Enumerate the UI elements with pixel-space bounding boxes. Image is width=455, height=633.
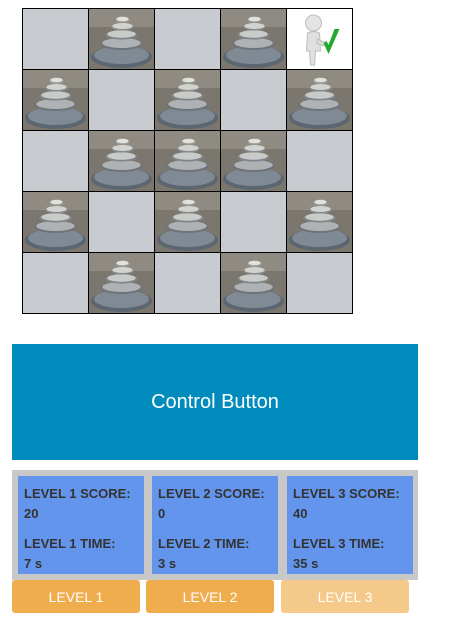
stone-stack-tile[interactable]: [155, 131, 221, 192]
stone-stack-tile[interactable]: [155, 70, 221, 131]
empty-tile[interactable]: [221, 192, 287, 253]
level-3-time-label: LEVEL 3 TIME:: [293, 536, 385, 551]
level-2-score-value: 0: [158, 506, 166, 521]
stone-stack-tile[interactable]: [89, 131, 155, 192]
empty-tile[interactable]: [287, 131, 353, 192]
stone-stack-tile[interactable]: [23, 70, 89, 131]
level-2-button[interactable]: LEVEL 2: [146, 580, 274, 613]
level-2-score-card: LEVEL 2 SCORE: 0 LEVEL 2 TIME: 3 s: [152, 476, 278, 574]
level-2-time-label: LEVEL 2 TIME:: [158, 536, 250, 551]
empty-tile[interactable]: [155, 9, 221, 70]
empty-tile[interactable]: [89, 70, 155, 131]
level-3-score-card: LEVEL 3 SCORE: 40 LEVEL 3 TIME: 35 s: [287, 476, 413, 574]
empty-tile[interactable]: [23, 253, 89, 314]
control-button[interactable]: Control Button: [12, 344, 418, 460]
stone-stack-tile[interactable]: [89, 253, 155, 314]
checkmark-figure-tile[interactable]: [287, 9, 353, 70]
level-2-time-value: 3 s: [158, 556, 177, 571]
level-3-score-label: LEVEL 3 SCORE:: [293, 486, 400, 501]
level-1-time-label: LEVEL 1 TIME:: [24, 536, 116, 551]
stone-stack-tile[interactable]: [287, 70, 353, 131]
level-3-button[interactable]: LEVEL 3: [281, 580, 409, 613]
empty-tile[interactable]: [89, 192, 155, 253]
stone-stack-tile[interactable]: [221, 9, 287, 70]
empty-tile[interactable]: [221, 70, 287, 131]
empty-tile[interactable]: [155, 253, 221, 314]
stone-stack-tile[interactable]: [221, 253, 287, 314]
level-1-score-value: 20: [24, 506, 39, 521]
game-board: [22, 8, 353, 314]
level-1-button[interactable]: LEVEL 1: [12, 580, 140, 613]
empty-tile[interactable]: [23, 131, 89, 192]
stone-stack-tile[interactable]: [287, 192, 353, 253]
level-1-score-label: LEVEL 1 SCORE:: [24, 486, 131, 501]
stone-stack-tile[interactable]: [23, 192, 89, 253]
stone-stack-tile[interactable]: [155, 192, 221, 253]
stone-stack-tile[interactable]: [89, 9, 155, 70]
level-1-score-card: LEVEL 1 SCORE: 20 LEVEL 1 TIME: 7 s: [18, 476, 144, 574]
stone-stack-tile[interactable]: [221, 131, 287, 192]
level-3-score-value: 40: [293, 506, 308, 521]
level-2-score-label: LEVEL 2 SCORE:: [158, 486, 265, 501]
empty-tile[interactable]: [23, 9, 89, 70]
score-panel: LEVEL 1 SCORE: 20 LEVEL 1 TIME: 7 s LEVE…: [12, 470, 418, 580]
level-1-time-value: 7 s: [24, 556, 43, 571]
level-3-time-value: 35 s: [293, 556, 319, 571]
empty-tile[interactable]: [287, 253, 353, 314]
